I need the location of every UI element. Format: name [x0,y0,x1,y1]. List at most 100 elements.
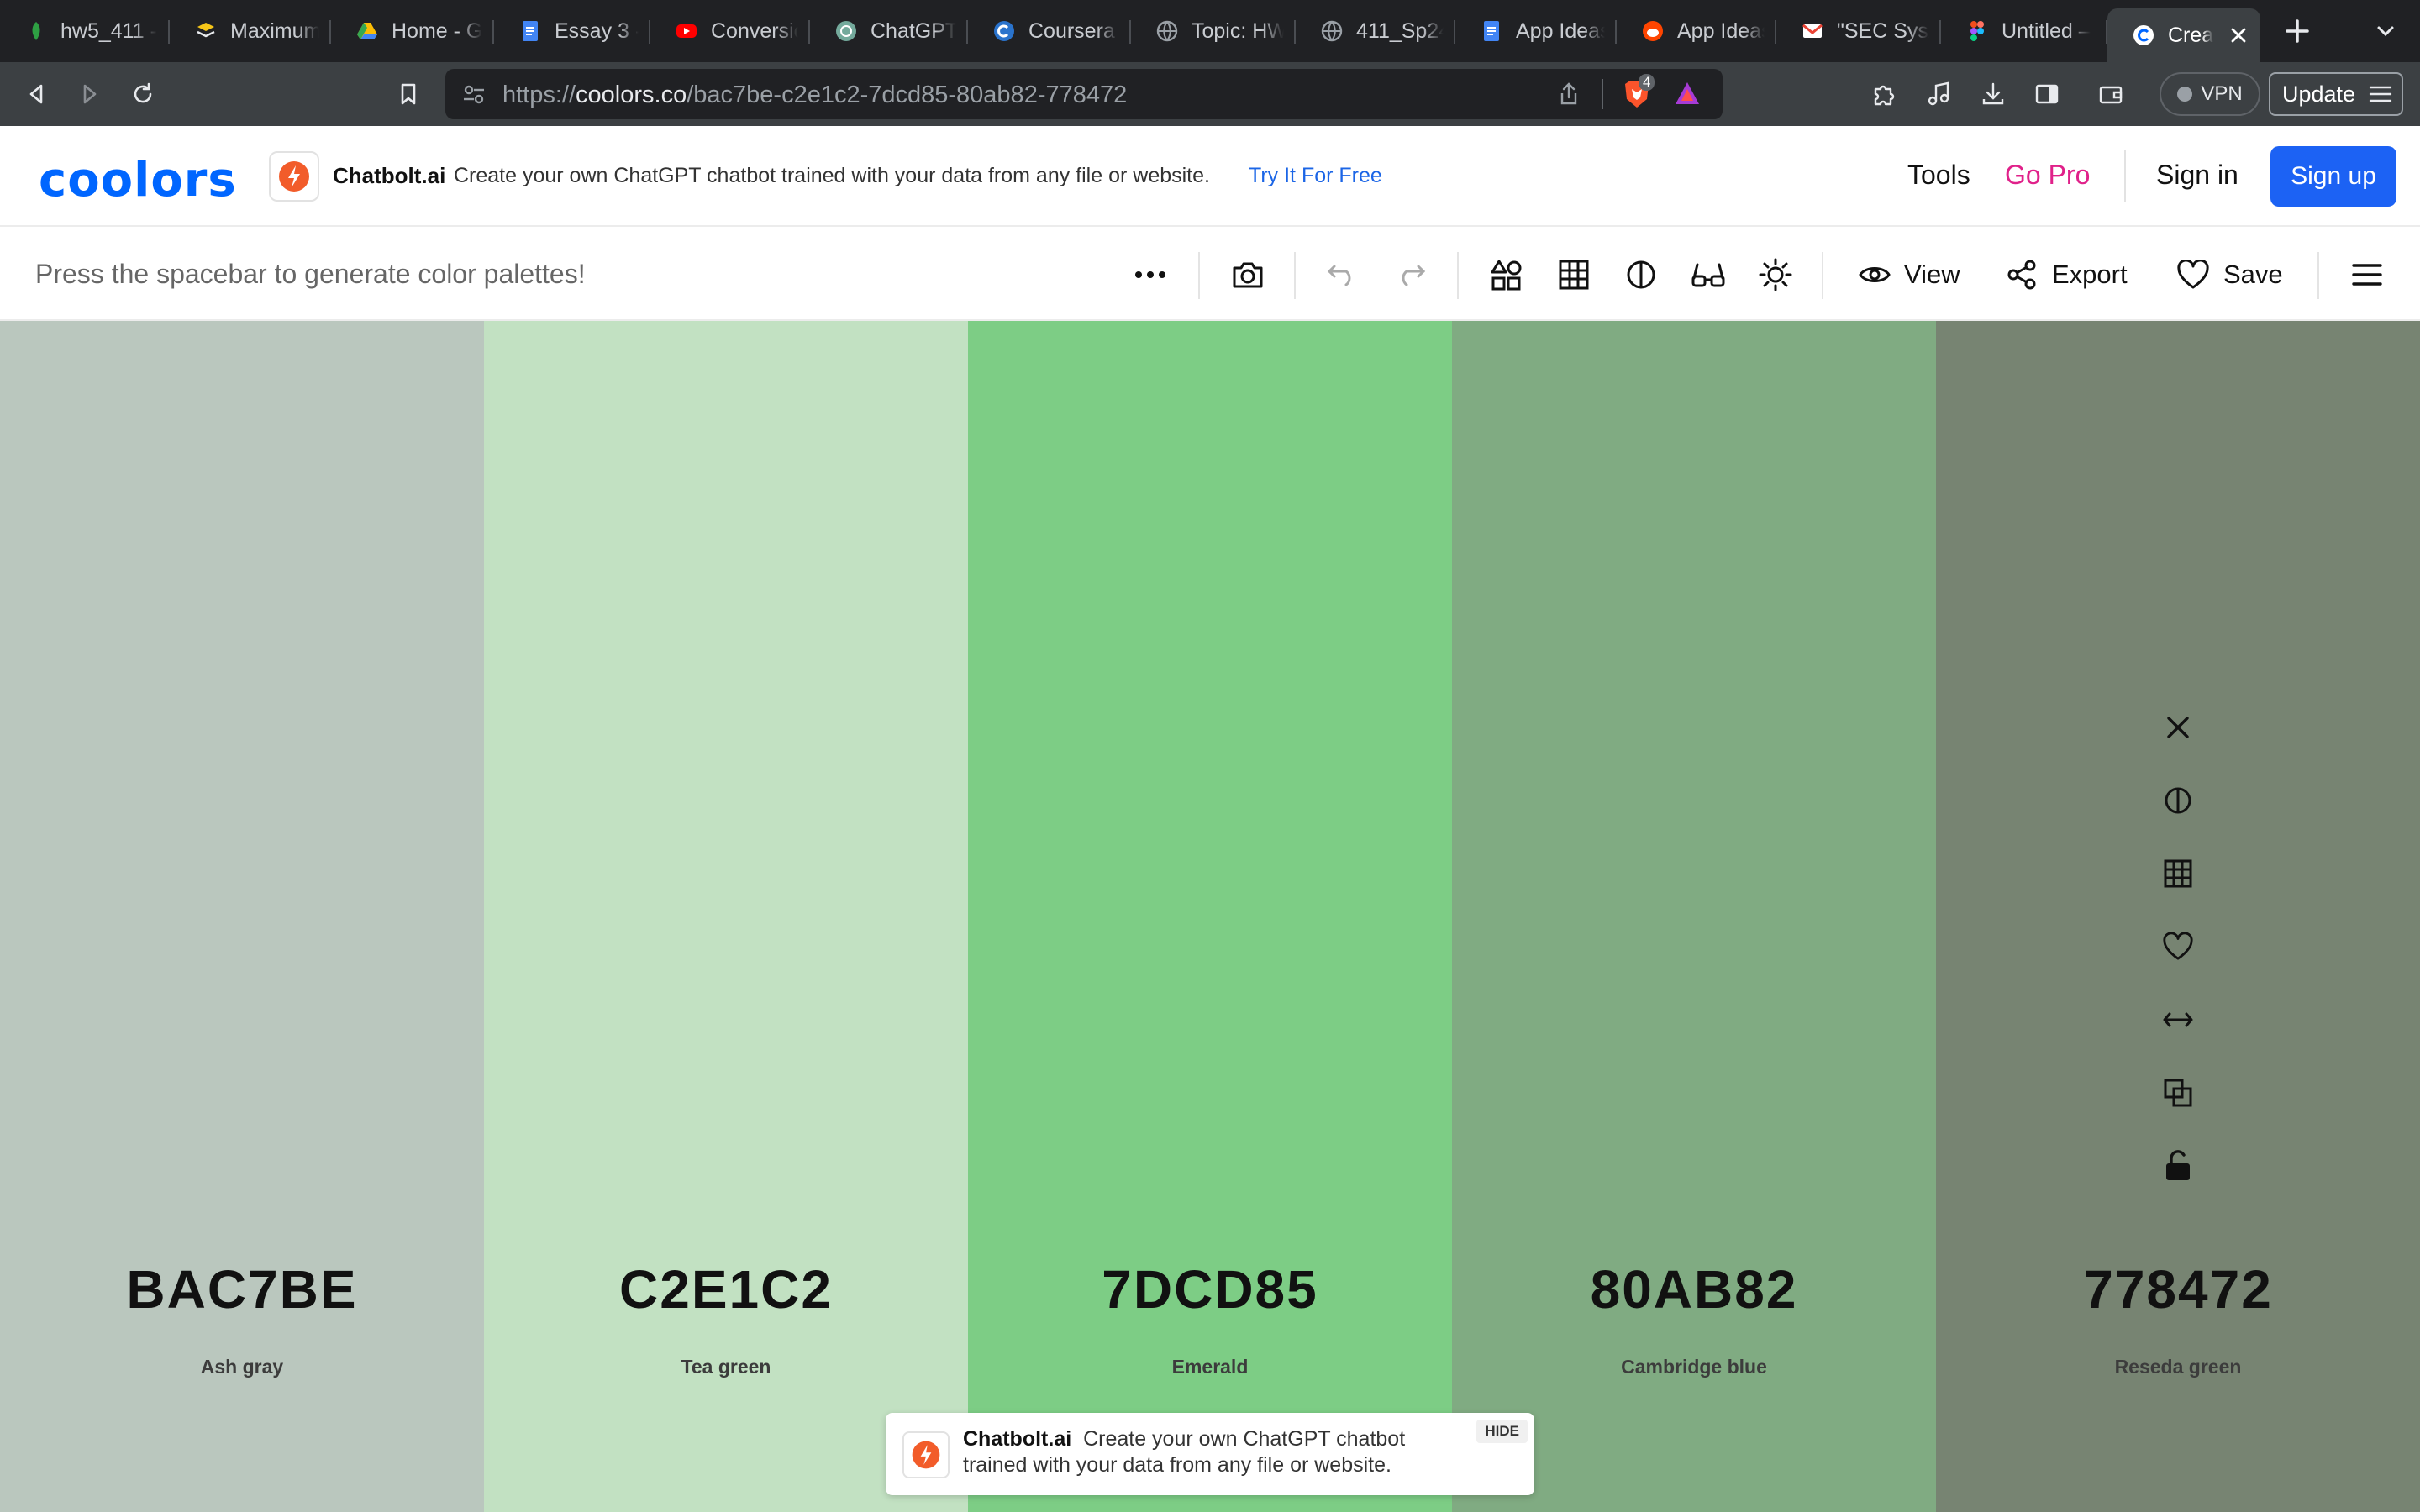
browser-tab[interactable]: Topic: HW [1131,0,1296,62]
tab-title: Conversio [711,18,798,43]
browser-tab[interactable]: Coursera | [968,0,1131,62]
toolbar-divider [1294,252,1296,299]
new-tab-button[interactable] [2272,6,2323,56]
unlock-icon[interactable] [2158,1146,2198,1186]
save-button[interactable]: Save [2176,254,2283,296]
forward-button[interactable] [74,79,104,109]
redo-button[interactable] [1393,257,1428,292]
tab-title: App Ideas [1516,18,1605,43]
tab-title: Coursera | [1028,18,1119,43]
color-hex-code[interactable]: 778472 [1936,1258,2420,1320]
palette-color-column[interactable]: BAC7BE Ash gray [0,321,484,1512]
ad-brand[interactable]: Chatbolt.ai [333,163,445,189]
theme-toggle-button[interactable] [1758,257,1793,292]
nav-go-pro[interactable]: Go Pro [2005,160,2090,191]
palette-color-column[interactable]: 7DCD85 Emerald [968,321,1452,1512]
drag-arrows-icon[interactable] [2158,1000,2198,1040]
browser-tab[interactable]: 411_Sp24 [1296,0,1455,62]
color-hex-code[interactable]: BAC7BE [0,1258,484,1320]
update-button[interactable]: Update [2269,72,2403,116]
shades-grid-icon[interactable] [2158,853,2198,894]
sign-in-link[interactable]: Sign in [2156,160,2238,191]
browser-tab[interactable]: Untitled – [1941,0,2107,62]
browser-tab[interactable]: "SEC Sys/ [1776,0,1941,62]
screenshot-button[interactable] [1230,257,1265,292]
share-nodes-icon [2007,260,2036,290]
ad-cta-link[interactable]: Try It For Free [1249,164,1382,188]
undo-icon [1327,265,1351,286]
browser-tab[interactable]: hw5_411 - [0,0,170,62]
address-bar[interactable]: https://coolors.co/bac7be-c2e1c2-7dcd85-… [445,69,1723,119]
tab-search-button[interactable] [2373,18,2398,44]
vpn-button[interactable]: VPN [2160,72,2260,116]
toolbar-divider [2317,252,2319,299]
export-button[interactable]: Export [2007,254,2128,296]
site-info-icon[interactable] [460,81,487,108]
media-button[interactable] [1924,79,1954,109]
copy-icon[interactable] [2158,1073,2198,1113]
brave-rewards-button[interactable] [1672,79,1702,109]
undo-button[interactable] [1324,257,1360,292]
palette-color-column[interactable]: C2E1C2 Tea green [484,321,968,1512]
adjust-palette-button[interactable] [1489,257,1524,292]
tab-title: App Ideas [1677,18,1765,43]
wallet-icon [2099,86,2123,104]
contrast-checker-button[interactable] [1623,257,1659,292]
tab-title: Untitled – [2002,18,2091,43]
downloads-button[interactable] [1978,79,2008,109]
urlbar-divider [1602,79,1603,109]
coolors-logo[interactable]: coolors [39,153,237,207]
palette-color-column[interactable]: 80AB82 Cambridge blue [1452,321,1936,1512]
browser-tab[interactable]: Create [2107,8,2260,62]
view-button[interactable]: View [1859,254,1960,296]
more-options-button[interactable] [1133,257,1168,292]
main-menu-button[interactable] [2349,257,2385,292]
close-tab-icon[interactable] [2228,25,2249,45]
nav-tools[interactable]: Tools [1907,160,1970,191]
back-button[interactable] [22,79,52,109]
color-name[interactable]: Tea green [484,1356,968,1378]
layers-icon [193,18,218,44]
color-name[interactable]: Ash gray [0,1356,484,1378]
browser-tab[interactable]: Essay 3 - [494,0,650,62]
browser-tab[interactable]: App Ideas [1617,0,1776,62]
color-blindness-button[interactable] [1691,257,1726,292]
wallet-button[interactable] [2096,79,2126,109]
bookmark-button[interactable] [393,79,424,109]
bottom-ad-banner[interactable]: Chatbolt.ai Create your own ChatGPT chat… [886,1413,1534,1495]
bottom-ad-text: Chatbolt.ai Create your own ChatGPT chat… [963,1426,1467,1478]
hamburger-menu-icon [2352,264,2382,286]
hide-ad-button[interactable]: HIDE [1476,1420,1528,1443]
heart-icon[interactable] [2158,927,2198,967]
redo-icon [1402,265,1426,286]
share-button[interactable] [1556,81,1581,108]
color-palette: BAC7BE Ash gray C2E1C2 Tea green 7DCD85 Emera… [0,321,2420,1512]
camera-icon [1233,262,1263,288]
extensions-button[interactable] [1869,79,1899,109]
browser-tab[interactable]: App Ideas [1455,0,1617,62]
color-hex-code[interactable]: 80AB82 [1452,1258,1936,1320]
sidebar-button[interactable] [2032,79,2062,109]
contrast-icon[interactable] [2158,780,2198,821]
browser-tab[interactable]: Conversio [650,0,810,62]
color-name[interactable]: Reseda green [1936,1356,2420,1378]
color-hex-code[interactable]: C2E1C2 [484,1258,968,1320]
brave-shields-button[interactable]: 4 [1620,74,1655,111]
color-name[interactable]: Cambridge blue [1452,1356,1936,1378]
browser-tab[interactable]: Maximum [170,0,331,62]
palette-color-column[interactable]: 778472 Reseda green [1936,321,2420,1512]
ad-text[interactable]: Create your own ChatGPT chatbot trained … [454,164,1210,188]
grid-view-button[interactable] [1556,257,1591,292]
reload-icon [134,82,152,103]
reload-button[interactable] [128,79,158,109]
chatbolt-logo-icon[interactable] [269,151,319,202]
shield-count-badge: 4 [1639,74,1655,91]
browser-tab[interactable]: Home - Go [331,0,494,62]
more-horizontal-icon [1135,271,1165,278]
browser-tab[interactable]: ChatGPT [810,0,968,62]
color-hex-code[interactable]: 7DCD85 [968,1258,1452,1320]
color-name[interactable]: Emerald [968,1356,1452,1378]
close-icon[interactable] [2158,707,2198,748]
heart-icon [2177,260,2209,289]
sign-up-button[interactable]: Sign up [2270,146,2396,207]
